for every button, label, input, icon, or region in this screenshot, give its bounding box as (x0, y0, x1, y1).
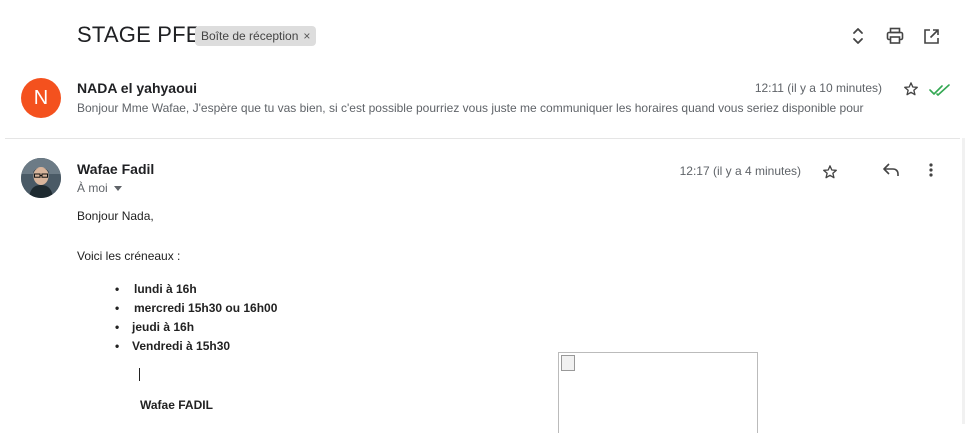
list-item: lundi à 16h (115, 280, 277, 299)
thread-subject: STAGE PFE (77, 22, 201, 47)
dropdown-arrow-icon (113, 185, 122, 191)
message-snippet[interactable]: Bonjour Mme Wafae, J'espère que tu vas b… (77, 101, 939, 115)
inbox-label-chip[interactable]: Boîte de réception × (195, 26, 317, 46)
message-divider (5, 138, 960, 139)
email-intro: Voici les créneaux : (77, 249, 181, 263)
sender-name[interactable]: NADA el yahyaoui (77, 80, 197, 96)
print-icon[interactable] (883, 24, 907, 48)
remove-label-button[interactable]: × (303, 29, 310, 43)
list-item: Vendredi à 15h30 (115, 337, 277, 356)
read-receipt-check-icon (928, 78, 952, 102)
recipient-details-toggle[interactable]: À moi (77, 181, 122, 195)
open-new-window-icon[interactable] (919, 24, 943, 48)
star-icon[interactable] (899, 77, 923, 101)
email-signature: Wafae FADIL (140, 398, 213, 412)
message-timestamp: 12:17 (il y a 4 minutes) (679, 164, 801, 178)
message-timestamp: 12:11 (il y a 10 minutes) (754, 81, 882, 95)
recipient-label: À moi (77, 181, 108, 195)
availability-list: lundi à 16h mercredi 15h30 ou 16h00 jeud… (115, 280, 277, 356)
reply-icon[interactable] (879, 158, 903, 182)
star-icon[interactable] (818, 160, 842, 184)
broken-image (558, 352, 758, 433)
sender-avatar-photo (21, 158, 61, 198)
avatar-letter: N (33, 86, 49, 109)
text-cursor (139, 368, 140, 381)
label-text: Boîte de réception (201, 29, 299, 43)
list-item: mercredi 15h30 ou 16h00 (115, 299, 277, 318)
more-options-icon[interactable] (919, 158, 943, 182)
sender-name[interactable]: Wafae Fadil (77, 161, 154, 177)
list-item: jeudi à 16h (115, 318, 277, 337)
expand-collapse-icon[interactable] (846, 24, 870, 48)
sender-avatar: N (21, 78, 61, 118)
email-greeting: Bonjour Nada, (77, 209, 154, 223)
broken-image-icon (561, 355, 575, 371)
